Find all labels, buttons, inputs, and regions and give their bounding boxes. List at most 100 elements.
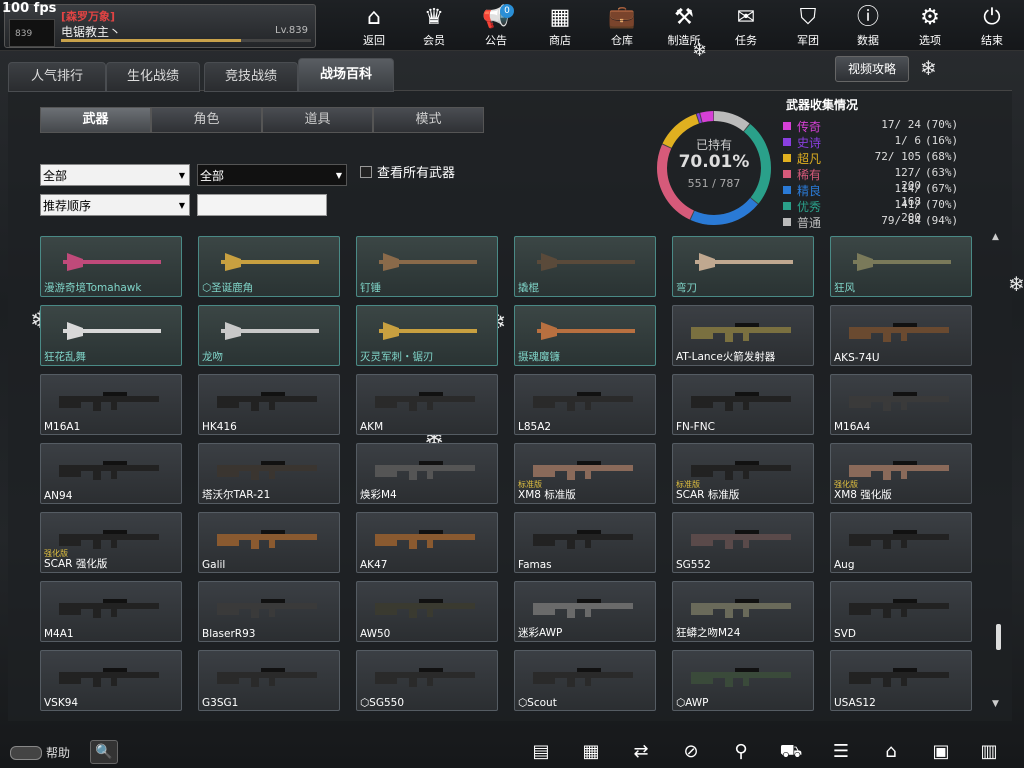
subtab-3[interactable]: 模式	[373, 107, 484, 133]
film-icon[interactable]: ▥	[974, 740, 1004, 764]
weapon-card[interactable]: AT-Lance火箭发射器	[672, 305, 814, 366]
weapon-image	[375, 392, 475, 411]
weapon-card[interactable]: M4A1	[40, 581, 182, 642]
weapon-card[interactable]: 灭灵军刺・锯刃	[356, 305, 498, 366]
nav-crown-button[interactable]: ♛ 会员	[404, 4, 464, 48]
weapon-card[interactable]: 漫游奇境Tomahawk	[40, 236, 182, 297]
ticket-icon[interactable]: ▤	[526, 740, 556, 764]
weapon-card[interactable]: AW50	[356, 581, 498, 642]
nav-mission-button[interactable]: ✉ 任务	[716, 4, 776, 48]
category-select[interactable]: 全部 ▼	[40, 164, 190, 186]
swap-icon[interactable]: ⇄	[626, 740, 656, 764]
show-all-label: 查看所有武器	[377, 166, 456, 181]
weapon-card[interactable]: ⬡AWP	[672, 650, 814, 711]
compass-icon[interactable]: ⊘	[676, 740, 706, 764]
weapon-card[interactable]: 狂花乱舞	[40, 305, 182, 366]
weapon-card[interactable]: 撬棍	[514, 236, 656, 297]
nav-shield-button[interactable]: ⛉ 军团	[778, 4, 838, 48]
weapon-card[interactable]: Famas	[514, 512, 656, 573]
weapon-card[interactable]: 焕彩M4	[356, 443, 498, 504]
weapon-card[interactable]: ⬡SG550	[356, 650, 498, 711]
weapon-card[interactable]: SVD	[830, 581, 972, 642]
nav-label: 选项	[919, 34, 941, 47]
weapon-name-text: SG552	[676, 559, 711, 571]
weapon-name-text: 狂蟒之吻M24	[676, 627, 741, 639]
weapon-card[interactable]: Galil	[198, 512, 340, 573]
house-icon[interactable]: ⌂	[876, 740, 906, 764]
weapon-image	[849, 323, 949, 342]
weapon-image	[849, 461, 949, 480]
subtab-1[interactable]: 角色	[151, 107, 262, 133]
subcategory-select[interactable]: 全部 ▼	[197, 164, 347, 186]
weapon-card[interactable]: M16A4	[830, 374, 972, 435]
weapon-image	[849, 668, 949, 687]
sort-select[interactable]: 推荐顺序 ▼	[40, 194, 190, 216]
nav-craft-button[interactable]: ⚒ 制造所	[654, 4, 714, 48]
weapon-name: 钉锤	[360, 280, 381, 295]
checklist-icon[interactable]: ☰	[826, 740, 856, 764]
scroll-up-arrow[interactable]: ▲	[992, 232, 999, 242]
nav-home-button[interactable]: ⌂ 返回	[344, 4, 404, 48]
weapon-card[interactable]: 狂蟒之吻M24	[672, 581, 814, 642]
scrollbar-thumb[interactable]	[996, 624, 1001, 650]
weapon-card[interactable]: 标准版 SCAR 标准版	[672, 443, 814, 504]
weapon-card[interactable]: G3SG1	[198, 650, 340, 711]
weapon-card[interactable]: AK47	[356, 512, 498, 573]
xp-bar-fill	[61, 39, 241, 42]
tab-3[interactable]: 战场百科	[298, 58, 394, 92]
subtab-2[interactable]: 道具	[262, 107, 373, 133]
scroll-down-arrow[interactable]: ▼	[992, 699, 999, 709]
weapon-card[interactable]: 钉锤	[356, 236, 498, 297]
weapon-card[interactable]: M16A1	[40, 374, 182, 435]
weapon-card[interactable]: 狂风	[830, 236, 972, 297]
weapon-card[interactable]: USAS12	[830, 650, 972, 711]
weapon-card[interactable]: 强化版 SCAR 强化版	[40, 512, 182, 573]
nav-briefcase-button[interactable]: 💼 仓库	[592, 4, 652, 48]
tab-2[interactable]: 竞技战绩	[204, 62, 298, 92]
weapon-name-text: 圣诞鹿角	[211, 282, 254, 294]
nav-power-button[interactable]: ⏻ 结束	[962, 4, 1022, 48]
weapon-name-text: AW50	[360, 628, 391, 640]
weapon-card[interactable]: 强化版 XM8 强化版	[830, 443, 972, 504]
tab-0[interactable]: 人气排行	[8, 62, 106, 92]
weapon-card[interactable]: 龙吻	[198, 305, 340, 366]
weapon-card[interactable]: ⬡圣诞鹿角	[198, 236, 340, 297]
weapon-card[interactable]: SG552	[672, 512, 814, 573]
weapon-card[interactable]: AKS-74U	[830, 305, 972, 366]
nav-gear-button[interactable]: ⚙ 选项	[900, 4, 960, 48]
weapon-name-text: 灭灵军刺・锯刃	[360, 351, 434, 363]
cart-icon[interactable]: ⛟	[776, 740, 806, 764]
weapon-card[interactable]: Aug	[830, 512, 972, 573]
weapon-card[interactable]: ⬡Scout	[514, 650, 656, 711]
weapon-card[interactable]: VSK94	[40, 650, 182, 711]
list-icon[interactable]: ▦	[576, 740, 606, 764]
owned-badge-icon: ⬡	[202, 282, 212, 294]
weapon-name-text: 狂风	[834, 282, 855, 294]
weapon-card[interactable]: AN94	[40, 443, 182, 504]
nav-shop-button[interactable]: ▦ 商店	[530, 4, 590, 48]
weapon-card[interactable]: AKM	[356, 374, 498, 435]
subtab-0[interactable]: 武器	[40, 107, 151, 133]
nav-info-button[interactable]: ⓘ 数据	[838, 4, 898, 48]
tab-1[interactable]: 生化战绩	[106, 62, 200, 92]
calendar-icon[interactable]: ▣	[926, 740, 956, 764]
runner-icon[interactable]: ⚲	[726, 740, 756, 764]
show-all-checkbox[interactable]	[360, 166, 372, 178]
weapon-card[interactable]: 迷彩AWP	[514, 581, 656, 642]
nav-megaphone-button[interactable]: 📢 公告 0	[466, 4, 526, 48]
weapon-card[interactable]: L85A2	[514, 374, 656, 435]
weapon-name-text: M16A4	[834, 421, 871, 433]
weapon-search-input[interactable]	[197, 194, 327, 216]
weapon-card[interactable]: 弯刀	[672, 236, 814, 297]
help-toggle-icon[interactable]	[10, 746, 42, 760]
weapon-card[interactable]: 标准版 XM8 标准版	[514, 443, 656, 504]
weapon-card[interactable]: FN-FNC	[672, 374, 814, 435]
help-label[interactable]: 帮助	[46, 744, 70, 761]
weapon-card[interactable]: 塔沃尔TAR-21	[198, 443, 340, 504]
owned-title: 已持有	[695, 138, 732, 152]
weapon-card[interactable]: BlaserR93	[198, 581, 340, 642]
weapon-card[interactable]: 摄魂魔镰	[514, 305, 656, 366]
search-button[interactable]: 🔍	[90, 740, 118, 764]
weapon-card[interactable]: HK416	[198, 374, 340, 435]
video-guide-button[interactable]: 视频攻略	[835, 56, 909, 82]
